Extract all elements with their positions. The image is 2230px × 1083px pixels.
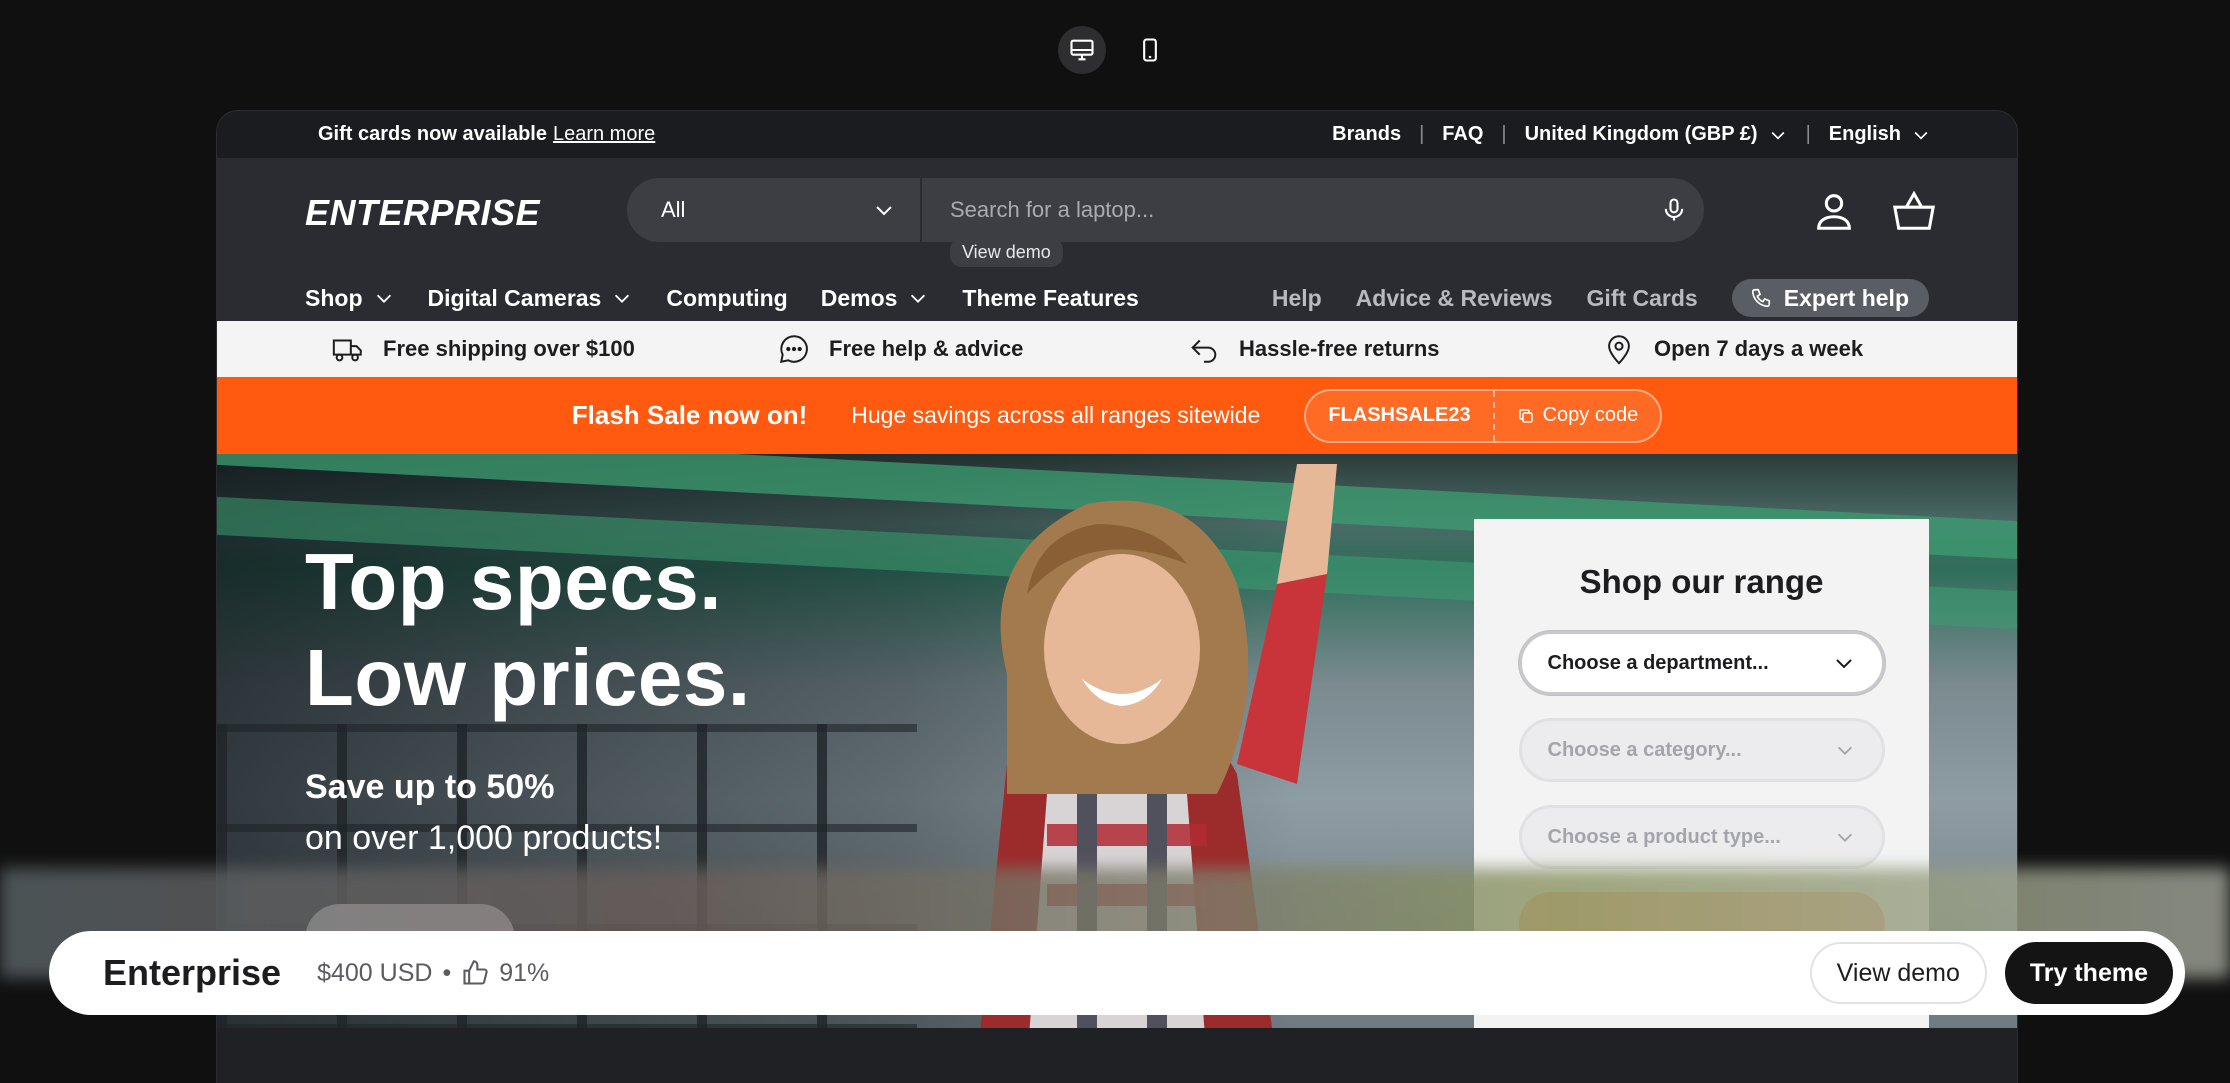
nav-item-computing[interactable]: Computing [666,285,787,312]
chevron-down-icon [911,294,926,303]
search-category-select[interactable]: All [627,178,922,242]
product-type-select[interactable]: Choose a product type... [1518,805,1885,869]
search-bar: All [627,178,1704,242]
theme-meta: $400 USD • 91% [317,959,549,988]
usp-shipping: Free shipping over $100 [331,332,635,366]
nav-item-help[interactable]: Help [1272,285,1322,312]
chat-bubble-icon [779,335,808,364]
chevron-down-icon [1771,131,1784,140]
voice-search-button[interactable] [1644,178,1704,242]
theme-info-bar: Enterprise $400 USD • 91% View demo Try … [49,931,2185,1015]
thumbs-up-icon [463,960,488,985]
chevron-down-icon [376,294,391,303]
promo-text: Huge savings across all ranges sitewide [851,402,1261,428]
promo-banner: Flash Sale now on! Huge savings across a… [217,377,2017,454]
chevron-down-icon [615,294,630,303]
site-header: ENTERPRISE All View demo Shop Digital Ca… [217,158,2017,321]
desktop-view-button[interactable] [1058,26,1106,74]
learn-more-link[interactable]: Learn more [553,123,655,145]
mobile-view-button[interactable] [1126,26,1174,74]
return-arrow-icon [1191,339,1217,363]
hero-subtitle-2: on over 1,000 products! [305,819,663,857]
finder-title: Shop our range [1579,563,1824,600]
cart-basket-icon[interactable] [1891,188,1937,234]
theme-actions: View demo Try theme [1809,942,2173,1004]
truck-icon [332,339,362,362]
expert-help-button[interactable]: Expert help [1731,279,1929,317]
faq-link[interactable]: FAQ [1424,123,1501,146]
nav-item-demos[interactable]: Demos [821,285,930,312]
copy-code-button[interactable]: Copy code [1495,404,1661,427]
hero-subtitle: Save up to 50% [305,768,555,806]
main-nav: Shop Digital Cameras Computing Demos The… [305,278,1929,318]
try-theme-button[interactable]: Try theme [2004,942,2173,1004]
header-icons [1811,188,1937,234]
hero-title-line1: Top specs. [305,537,722,626]
account-icon[interactable] [1811,188,1857,234]
department-select[interactable]: Choose a department... [1518,631,1885,695]
utility-links: Brands | FAQ | United Kingdom (GBP £) | … [1314,123,1931,146]
chevron-down-icon [876,206,892,216]
chevron-down-icon [1914,131,1928,140]
tooltip: View demo [950,238,1063,267]
search-input[interactable] [922,178,1644,242]
theme-rating: 91% [499,958,550,987]
desktop-icon [1070,39,1094,61]
promo-headline: Flash Sale now on! [571,400,808,430]
theme-price: $400 USD [317,958,433,987]
chevron-down-icon [1837,833,1852,842]
announcement: Gift cards now available Learn more [318,123,656,145]
chevron-down-icon [1837,746,1852,755]
usp-bar: Free shipping over $100 Free help & advi… [217,321,2017,377]
view-demo-button[interactable]: View demo [1809,942,1987,1004]
theme-name: Enterprise [103,952,282,993]
chevron-down-icon [1835,659,1852,669]
location-pin-icon [1608,335,1630,365]
nav-item-gift-cards[interactable]: Gift Cards [1587,285,1698,312]
device-toggle [1058,26,1174,74]
coupon-code: FLASHSALE23 [1306,390,1495,441]
hero-copy: Top specs. Low prices. Save up to 50% on … [305,534,751,858]
usp-help: Free help & advice [777,332,1023,366]
brands-link[interactable]: Brands [1314,123,1419,146]
hero-title-line2: Low prices. [305,633,751,722]
language-selector[interactable]: English [1811,123,1931,146]
category-select[interactable]: Choose a category... [1518,718,1885,782]
usp-returns: Hassle-free returns [1187,332,1440,366]
nav-item-digital-cameras[interactable]: Digital Cameras [428,285,634,312]
phone-icon [1751,288,1770,308]
announcement-bar: Gift cards now available Learn more Brand… [217,111,2017,158]
bullet: • [442,958,452,987]
logo[interactable]: ENTERPRISE [305,192,540,234]
mobile-icon [1143,38,1157,62]
usp-open: Open 7 days a week [1602,332,1863,366]
country-selector[interactable]: United Kingdom (GBP £) [1507,123,1806,146]
microphone-icon [1664,198,1684,221]
nav-item-theme-features[interactable]: Theme Features [962,285,1138,312]
copy-icon [1518,408,1533,423]
nav-item-advice-reviews[interactable]: Advice & Reviews [1356,285,1553,312]
coupon-box: FLASHSALE23 Copy code [1304,388,1663,443]
nav-item-shop[interactable]: Shop [305,285,395,312]
